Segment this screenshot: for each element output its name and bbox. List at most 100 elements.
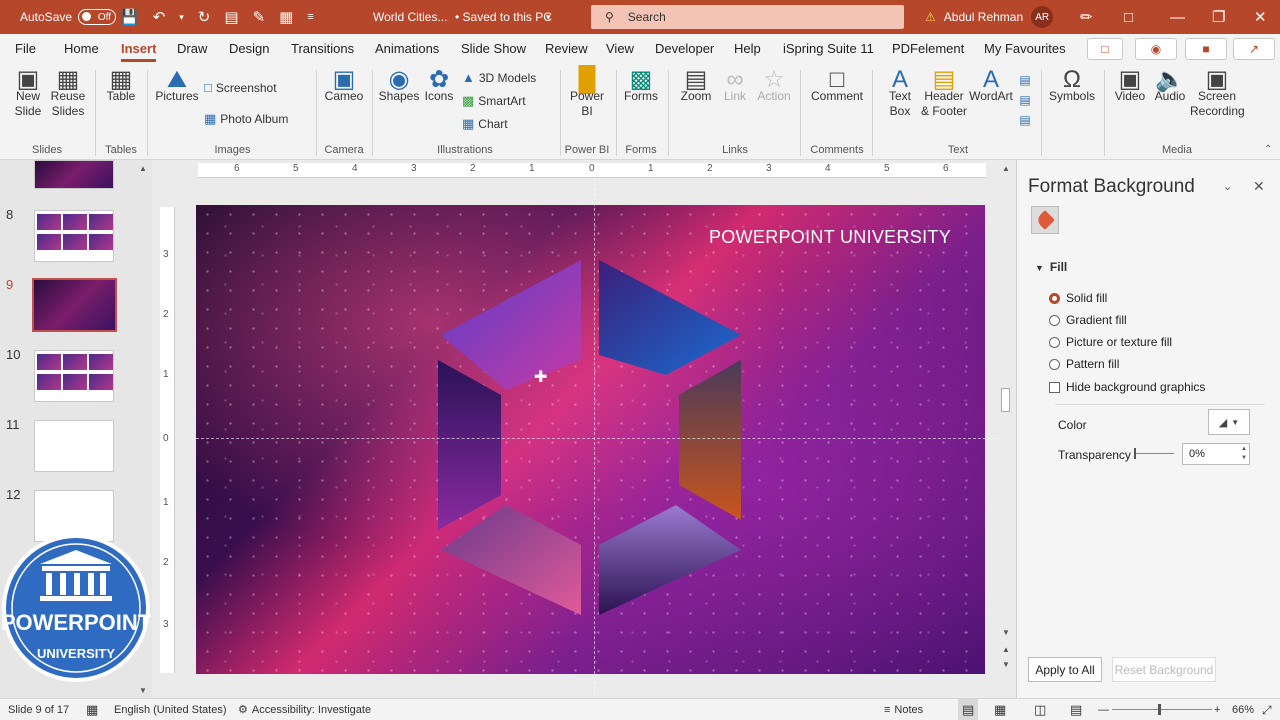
horizontal-guide[interactable] bbox=[196, 438, 996, 439]
share-button[interactable]: ↗ bbox=[1233, 38, 1275, 60]
icons-button[interactable]: ✿ Icons bbox=[420, 68, 458, 104]
zoom-level[interactable]: 66% bbox=[1232, 699, 1254, 720]
apply-to-all-button[interactable]: Apply to All bbox=[1028, 657, 1102, 682]
transparency-input[interactable]: 0% ▲ ▼ bbox=[1182, 443, 1250, 465]
pictures-button[interactable]: ⛰ Pictures bbox=[155, 68, 199, 104]
undo-dropdown-icon[interactable]: ▾ bbox=[179, 12, 184, 23]
slide-title[interactable]: POWERPOINT UNIVERSITY bbox=[709, 227, 951, 248]
header-footer-button[interactable]: ▤ Header & Footer bbox=[920, 68, 968, 119]
color-picker-button[interactable]: ◢ ▼ bbox=[1208, 409, 1250, 435]
spin-down-icon[interactable]: ▼ bbox=[1241, 455, 1247, 461]
hexagon-photo-louvre[interactable] bbox=[599, 260, 741, 375]
tab-help[interactable]: Help bbox=[734, 34, 761, 64]
table-button[interactable]: ▦ Table bbox=[100, 68, 142, 104]
pane-close-icon[interactable]: ✕ bbox=[1253, 178, 1265, 195]
slide-thumbnail-9[interactable] bbox=[32, 278, 117, 332]
save-status-dropdown-icon[interactable]: ▾ bbox=[546, 0, 551, 34]
slide-thumbnail-10[interactable] bbox=[34, 350, 114, 402]
present-icon[interactable]: ▤ bbox=[224, 8, 238, 26]
slide-scrollbar[interactable]: ▲ ▼ ▲ ▼ bbox=[998, 160, 1014, 698]
redo-icon[interactable]: ↻ bbox=[198, 8, 211, 26]
tab-ispring[interactable]: iSpring Suite 11 bbox=[783, 34, 874, 64]
customize-toolbar-icon[interactable]: ≡ bbox=[307, 11, 313, 23]
normal-view-icon[interactable]: ▤ bbox=[958, 699, 979, 720]
close-icon[interactable]: ✕ bbox=[1254, 8, 1267, 26]
hide-background-graphics-option[interactable]: Hide background graphics bbox=[1049, 380, 1205, 394]
chart-button[interactable]: ▦ Chart bbox=[462, 116, 508, 132]
pattern-fill-option[interactable]: Pattern fill bbox=[1049, 357, 1119, 371]
slide-sorter-icon[interactable]: ▦ bbox=[994, 699, 1006, 720]
hexagon-photo-big-ben[interactable] bbox=[599, 505, 741, 615]
hexagon-photo-skyline[interactable] bbox=[679, 360, 741, 520]
video-button[interactable]: ▣ Video bbox=[1110, 68, 1150, 104]
zoom-slider-thumb[interactable] bbox=[1158, 704, 1161, 715]
symbols-button[interactable]: Ω Symbols bbox=[1046, 68, 1098, 104]
tab-home[interactable]: Home bbox=[64, 34, 99, 64]
accessibility-status[interactable]: ⚙ Accessibility: Investigate bbox=[238, 699, 371, 720]
ribbon-display-icon[interactable]: □ bbox=[1124, 9, 1133, 26]
text-extras[interactable]: ▤ ▤ ▤ bbox=[1016, 70, 1034, 130]
scroll-thumb[interactable] bbox=[1001, 388, 1010, 412]
save-icon[interactable]: 💾 bbox=[120, 8, 139, 26]
forms-button[interactable]: ▩ Forms bbox=[620, 68, 662, 104]
fill-tab-button[interactable] bbox=[1031, 206, 1059, 234]
radio-gradient-fill[interactable] bbox=[1049, 314, 1060, 326]
smartart-button[interactable]: ▩ SmartArt bbox=[462, 93, 526, 109]
zoom-slider[interactable] bbox=[1112, 709, 1212, 710]
object-icon[interactable]: ▤ bbox=[1016, 110, 1034, 130]
zoom-button[interactable]: ▤ Zoom bbox=[676, 68, 716, 104]
gradient-fill-option[interactable]: Gradient fill bbox=[1049, 313, 1127, 327]
record-button[interactable]: ◉ bbox=[1135, 38, 1177, 60]
audio-button[interactable]: 🔈 Audio bbox=[1150, 68, 1190, 104]
notes-button[interactable]: ≡ Notes bbox=[884, 699, 923, 720]
new-slide-button[interactable]: ▣ New Slide bbox=[8, 68, 48, 119]
tab-slide-show[interactable]: Slide Show bbox=[461, 34, 526, 64]
scroll-up-icon[interactable]: ▲ bbox=[1002, 164, 1010, 173]
draw-table-icon[interactable]: ▦ bbox=[279, 8, 293, 26]
pen-icon[interactable]: ✏ bbox=[1080, 8, 1093, 26]
reset-background-button[interactable]: Reset Background bbox=[1112, 657, 1216, 682]
hexagon-collage[interactable] bbox=[196, 205, 985, 674]
hide-graphics-checkbox[interactable] bbox=[1049, 381, 1060, 393]
text-box-button[interactable]: A Text Box bbox=[880, 68, 920, 119]
zoom-in-icon[interactable]: + bbox=[1214, 699, 1220, 720]
pane-options-chevron-icon[interactable]: ⌄ bbox=[1223, 180, 1232, 193]
screen-recording-button[interactable]: ▣ Screen Recording bbox=[1190, 68, 1245, 119]
radio-picture-fill[interactable] bbox=[1049, 336, 1060, 348]
radio-solid-fill[interactable] bbox=[1049, 292, 1060, 304]
previous-slide-icon[interactable]: ▲ bbox=[1002, 645, 1010, 654]
autosave-control[interactable]: AutoSave Off bbox=[20, 0, 117, 34]
next-slide-icon[interactable]: ▼ bbox=[1002, 660, 1010, 669]
tab-view[interactable]: View bbox=[606, 34, 634, 64]
power-bi-button[interactable]: █ Power BI bbox=[566, 68, 608, 119]
user-name[interactable]: Abdul Rehman bbox=[944, 10, 1023, 24]
fit-to-window-icon[interactable]: ⤢ bbox=[1262, 699, 1272, 720]
vertical-guide[interactable] bbox=[594, 178, 595, 694]
minimize-icon[interactable]: — bbox=[1170, 9, 1185, 26]
link-button[interactable]: ∞ Link bbox=[716, 68, 754, 104]
tab-my-favourites[interactable]: My Favourites bbox=[984, 34, 1066, 64]
slide-thumbnail-8[interactable] bbox=[34, 210, 114, 262]
language-indicator[interactable]: English (United States) bbox=[114, 699, 227, 720]
slide-count[interactable]: Slide 9 of 17 bbox=[8, 699, 69, 720]
reuse-slides-button[interactable]: ▦ Reuse Slides bbox=[48, 68, 88, 119]
radio-pattern-fill[interactable] bbox=[1049, 358, 1060, 370]
fill-section-header[interactable]: ▼ Fill bbox=[1035, 260, 1067, 274]
avatar[interactable]: AR bbox=[1031, 6, 1054, 28]
warning-icon[interactable]: ⚠ bbox=[925, 10, 936, 24]
present-teams-button[interactable]: ■ bbox=[1185, 38, 1227, 60]
tab-insert[interactable]: Insert bbox=[121, 34, 157, 64]
tab-draw[interactable]: Draw bbox=[177, 34, 207, 64]
action-button[interactable]: ☆ Action bbox=[754, 68, 794, 104]
cameo-button[interactable]: ▣ Cameo bbox=[322, 68, 366, 104]
reading-view-icon[interactable]: ◫ bbox=[1034, 699, 1046, 720]
hexagon-photo-neon-alley[interactable] bbox=[441, 505, 581, 615]
3d-models-button[interactable]: ▲ 3D Models bbox=[462, 70, 536, 85]
transparency-slider[interactable] bbox=[1134, 448, 1174, 459]
date-time-icon[interactable]: ▤ bbox=[1016, 70, 1034, 90]
slide-show-icon[interactable]: ▤ bbox=[1070, 699, 1082, 720]
slide-thumbnail-11[interactable] bbox=[34, 420, 114, 472]
notes-page-icon[interactable]: ▦ bbox=[86, 699, 98, 720]
collapse-ribbon-icon[interactable]: ⌃ bbox=[1264, 144, 1272, 155]
tab-file[interactable]: File bbox=[15, 34, 36, 64]
